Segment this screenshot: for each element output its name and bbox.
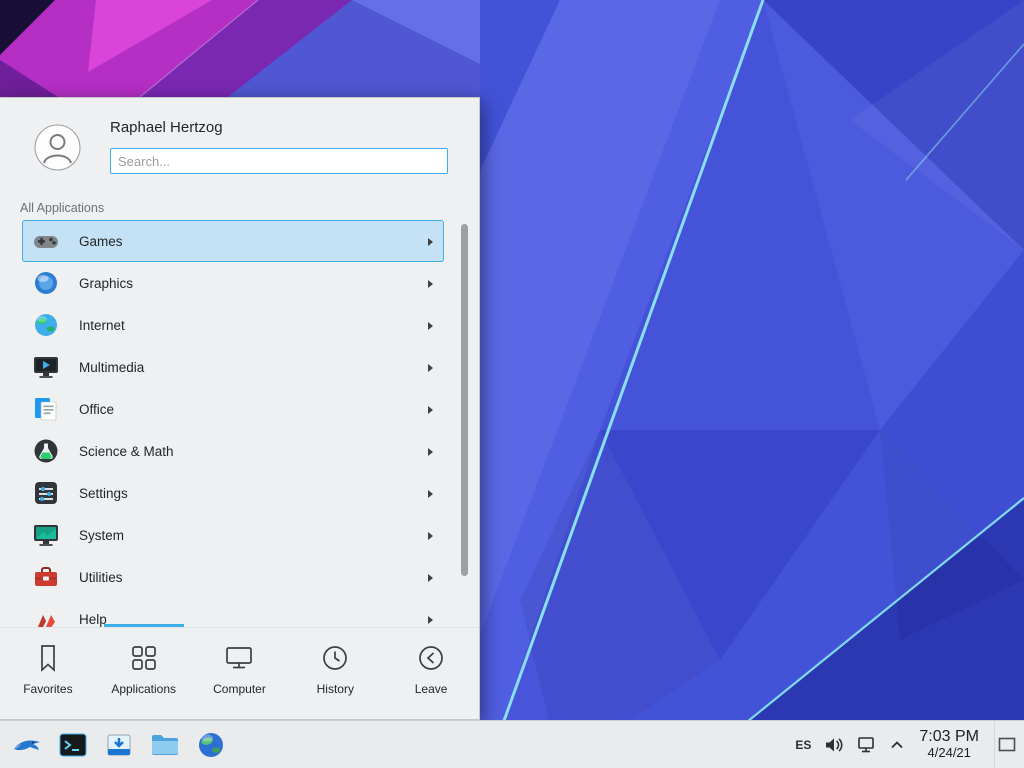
chevron-right-icon (428, 616, 433, 624)
category-label: System (79, 528, 124, 543)
category-internet[interactable]: Internet (22, 304, 444, 346)
science-icon (32, 437, 60, 465)
chevron-right-icon (428, 574, 433, 582)
expand-arrow-icon[interactable] (890, 740, 904, 750)
taskbar: ES 7:03 PM 4/24/21 (0, 720, 1024, 768)
category-label: Internet (79, 318, 125, 333)
terminal-icon[interactable] (50, 721, 96, 768)
category-games[interactable]: Games (22, 220, 444, 262)
office-icon (32, 395, 60, 423)
keyboard-layout-indicator[interactable]: ES (795, 738, 811, 752)
chevron-right-icon (428, 364, 433, 372)
list-scrollbar[interactable] (461, 224, 468, 576)
section-label: All Applications (20, 201, 104, 215)
category-system[interactable]: System (22, 514, 444, 556)
tab-favorites[interactable]: Favorites (0, 628, 96, 719)
help-icon (32, 605, 60, 628)
clock-date: 4/24/21 (919, 746, 979, 761)
tab-label: Leave (415, 682, 448, 696)
category-label: Office (79, 402, 114, 417)
category-label: Settings (79, 486, 128, 501)
tab-label: Favorites (23, 682, 72, 696)
multimedia-icon (32, 353, 60, 381)
browser-icon[interactable] (188, 721, 234, 768)
category-graphics[interactable]: Graphics (22, 262, 444, 304)
volume-icon[interactable] (824, 736, 844, 754)
tab-history[interactable]: History (287, 628, 383, 719)
taskbar-launchers (0, 721, 234, 768)
chevron-right-icon (428, 280, 433, 288)
history-icon (319, 642, 351, 674)
user-name: Raphael Hertzog (110, 119, 223, 136)
app-grid-icon (128, 642, 160, 674)
tab-label: Computer (213, 682, 266, 696)
clock-time: 7:03 PM (919, 728, 979, 746)
system-tray: ES 7:03 PM 4/24/21 (795, 721, 1024, 768)
system-icon (32, 521, 60, 549)
search-input[interactable] (110, 148, 448, 174)
digital-clock[interactable]: 7:03 PM 4/24/21 (917, 728, 981, 760)
tab-label: Applications (111, 682, 176, 696)
chevron-right-icon (428, 448, 433, 456)
category-science-math[interactable]: Science & Math (22, 430, 444, 472)
bookmark-icon (32, 642, 64, 674)
chevron-right-icon (428, 406, 433, 414)
launcher-tabbar: Favorites Applications Computer History (0, 627, 479, 719)
leave-icon (415, 642, 447, 674)
settings-icon (32, 479, 60, 507)
gamepad-icon (32, 227, 60, 255)
file-manager-icon[interactable] (142, 721, 188, 768)
graphics-icon (32, 269, 60, 297)
user-avatar[interactable] (34, 124, 81, 171)
category-office[interactable]: Office (22, 388, 444, 430)
globe-icon (32, 311, 60, 339)
tab-applications[interactable]: Applications (96, 628, 192, 719)
chevron-right-icon (428, 238, 433, 246)
network-icon[interactable] (857, 736, 877, 754)
tab-leave[interactable]: Leave (383, 628, 479, 719)
category-label: Utilities (79, 570, 123, 585)
category-help[interactable]: Help (22, 598, 444, 628)
application-launcher-popup: Raphael Hertzog All Applications Games G… (0, 97, 480, 720)
show-desktop-icon[interactable] (994, 721, 1018, 768)
chevron-right-icon (428, 532, 433, 540)
utilities-icon (32, 563, 60, 591)
tab-computer[interactable]: Computer (192, 628, 288, 719)
chevron-right-icon (428, 490, 433, 498)
category-list: Games Graphics Internet (0, 220, 480, 628)
software-icon[interactable] (96, 721, 142, 768)
category-label: Graphics (79, 276, 133, 291)
category-settings[interactable]: Settings (22, 472, 444, 514)
category-label: Games (79, 234, 123, 249)
computer-icon (223, 642, 255, 674)
kali-menu-icon[interactable] (4, 721, 50, 768)
category-multimedia[interactable]: Multimedia (22, 346, 444, 388)
tab-label: History (317, 682, 354, 696)
category-label: Science & Math (79, 444, 174, 459)
chevron-right-icon (428, 322, 433, 330)
category-label: Help (79, 612, 107, 627)
category-label: Multimedia (79, 360, 144, 375)
category-utilities[interactable]: Utilities (22, 556, 444, 598)
